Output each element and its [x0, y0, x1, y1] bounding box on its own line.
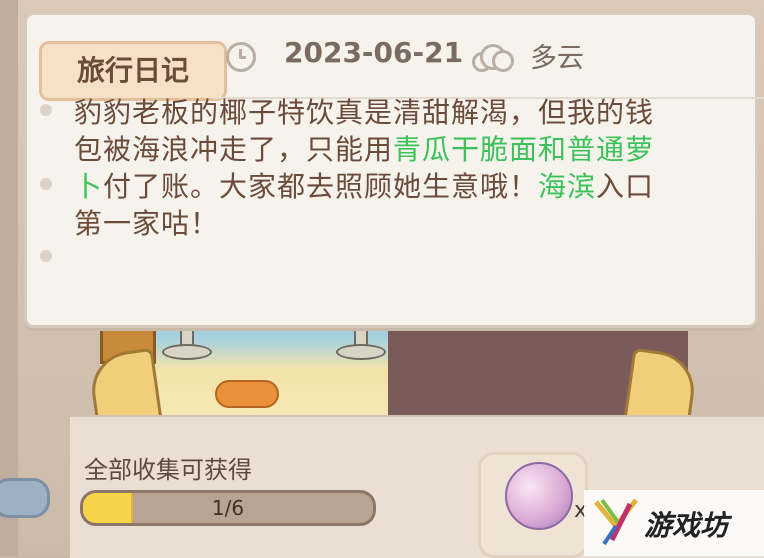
bullet-dot	[40, 178, 52, 190]
diary-weather: 多云	[530, 43, 584, 74]
book-spine	[0, 0, 18, 556]
diary-body-text: 豹豹老板的椰子特饮真是清甜解渴，但我的钱包被海浪冲走了，只能用青瓜干脆面和普通萝…	[74, 94, 674, 242]
diary-highlight-location: 海滨	[538, 170, 597, 203]
candy-icon	[505, 462, 573, 530]
cloud-icon	[470, 44, 514, 72]
book-clasp[interactable]	[0, 478, 50, 518]
progress-text: 1/6	[211, 496, 245, 520]
clock-icon	[226, 42, 256, 72]
diary-tab-title: 旅行日记	[76, 54, 189, 87]
food-image	[215, 380, 279, 408]
watermark-logo-icon	[594, 498, 638, 546]
diary-tab: 旅行日记	[39, 41, 227, 101]
watermark-text: 游戏坊	[644, 509, 729, 542]
bullet-dot	[40, 104, 52, 116]
collection-progress-bar: 1/6	[80, 490, 376, 526]
diary-date: 2023-06-21	[284, 36, 464, 69]
bullet-dot	[40, 250, 52, 262]
diary-text-part: 付了账。大家都去照顾她生意哦！	[103, 170, 539, 203]
collection-label: 全部收集可获得	[84, 456, 252, 484]
